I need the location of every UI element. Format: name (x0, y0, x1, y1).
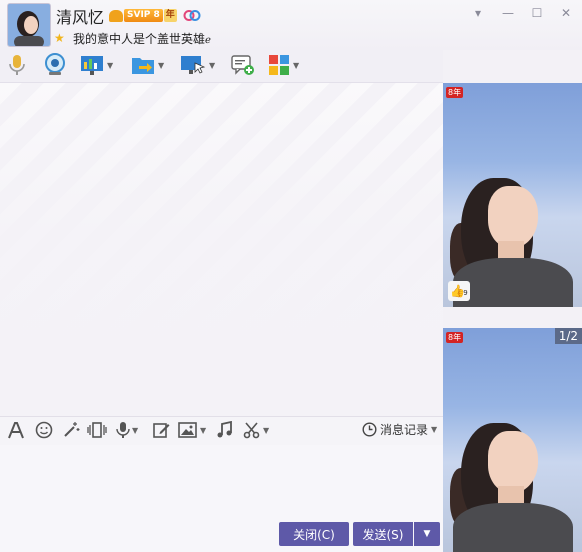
voice-call-button[interactable] (8, 53, 26, 77)
chevron-down-icon: ▼ (423, 529, 431, 539)
message-history-button[interactable]: 消息记录 ▼ (362, 421, 437, 438)
image-icon (178, 422, 197, 438)
photo-face (488, 186, 538, 248)
close-window-button[interactable]: ✕ (555, 6, 577, 20)
image-button[interactable]: ▼ (178, 421, 206, 439)
clock-icon (362, 422, 377, 437)
vip-crown-icon (109, 9, 123, 22)
vip-badge[interactable]: SVIP 8 年 (109, 9, 177, 22)
image-dropdown-icon[interactable]: ▼ (200, 426, 206, 435)
thumbs-up-count: 9 (463, 289, 468, 297)
contact-show-panel-bottom[interactable]: 8年 1/2 (443, 328, 582, 552)
apps-grid-icon (269, 55, 289, 75)
scissors-icon (243, 422, 260, 439)
folder-arrow-icon (132, 58, 154, 74)
nickname: 清风忆 (56, 8, 105, 27)
remote-desktop-button[interactable]: ▼ (80, 53, 113, 77)
magic-button[interactable] (62, 421, 80, 439)
message-area-fade (0, 83, 443, 416)
screen-share-dropdown-icon[interactable]: ▼ (209, 61, 215, 70)
magic-wand-icon (64, 422, 80, 437)
voice-message-dropdown-icon[interactable]: ▼ (132, 426, 138, 435)
page-indicator: 1/2 (554, 328, 582, 344)
vip-year: 年 (163, 9, 177, 22)
edit-icon (153, 423, 170, 438)
star-icon: ★ (54, 31, 65, 45)
photo-face-2 (488, 431, 538, 493)
video-call-button[interactable] (43, 53, 67, 77)
chat-plus-icon (231, 55, 254, 75)
music-button[interactable] (216, 421, 234, 439)
message-history-dropdown-icon: ▼ (431, 425, 438, 434)
menu-dropdown-icon[interactable]: ▾ (467, 6, 489, 20)
photo-jacket (453, 258, 573, 307)
apps-dropdown-icon[interactable]: ▼ (293, 61, 299, 70)
message-history-label: 消息记录 (380, 423, 429, 437)
webcam-icon (45, 53, 65, 75)
apps-button[interactable]: ▼ (268, 53, 299, 77)
photo-jacket-2 (453, 503, 573, 552)
file-transfer-button[interactable]: ▼ (131, 53, 164, 77)
send-options-dropdown[interactable]: ▼ (414, 522, 440, 546)
screen-cursor-icon (181, 56, 206, 74)
vip-years-tag: 8年 (446, 87, 464, 98)
avatar[interactable] (7, 3, 51, 47)
panel-divider (443, 307, 582, 328)
vip-years-tag-2: 8年 (446, 332, 464, 343)
shake-window-icon (87, 422, 107, 438)
contact-show-panel-top[interactable]: 8年 👍9 (443, 83, 582, 307)
screen-share-button[interactable]: ▼ (180, 53, 215, 77)
vip-label: SVIP 8 (124, 9, 163, 22)
new-message-button[interactable] (231, 53, 255, 77)
file-transfer-dropdown-icon[interactable]: ▼ (158, 61, 164, 70)
signature-main: 我的意中人是个盖世英雄 (73, 32, 206, 46)
shake-button[interactable] (87, 421, 107, 439)
microphone-small-icon (116, 422, 130, 438)
smiley-icon (35, 421, 53, 439)
presentation-icon (81, 56, 103, 75)
emoji-button[interactable] (35, 421, 53, 439)
remote-desktop-dropdown-icon[interactable]: ▼ (107, 61, 113, 70)
signature-text[interactable]: 我的意中人是个盖世英雄ℯ (73, 30, 211, 47)
voice-message-button[interactable]: ▼ (116, 421, 138, 439)
close-button[interactable]: 关闭(C) (279, 522, 349, 546)
screenshot-dropdown-icon[interactable]: ▼ (263, 426, 269, 435)
maximize-button[interactable]: ☐ (526, 6, 548, 20)
font-button[interactable] (7, 421, 25, 439)
send-button[interactable]: 发送(S) (353, 522, 413, 546)
signature-suffix: ℯ (205, 35, 211, 46)
qq-link-icon[interactable] (183, 9, 201, 22)
minimize-button[interactable]: — (497, 6, 519, 20)
music-note-icon (217, 421, 232, 438)
microphone-icon (9, 55, 25, 75)
screenshot-button[interactable]: ▼ (243, 421, 269, 439)
thumbs-up-icon[interactable]: 👍9 (448, 281, 470, 301)
font-icon (8, 422, 24, 439)
edit-button[interactable] (152, 421, 170, 439)
